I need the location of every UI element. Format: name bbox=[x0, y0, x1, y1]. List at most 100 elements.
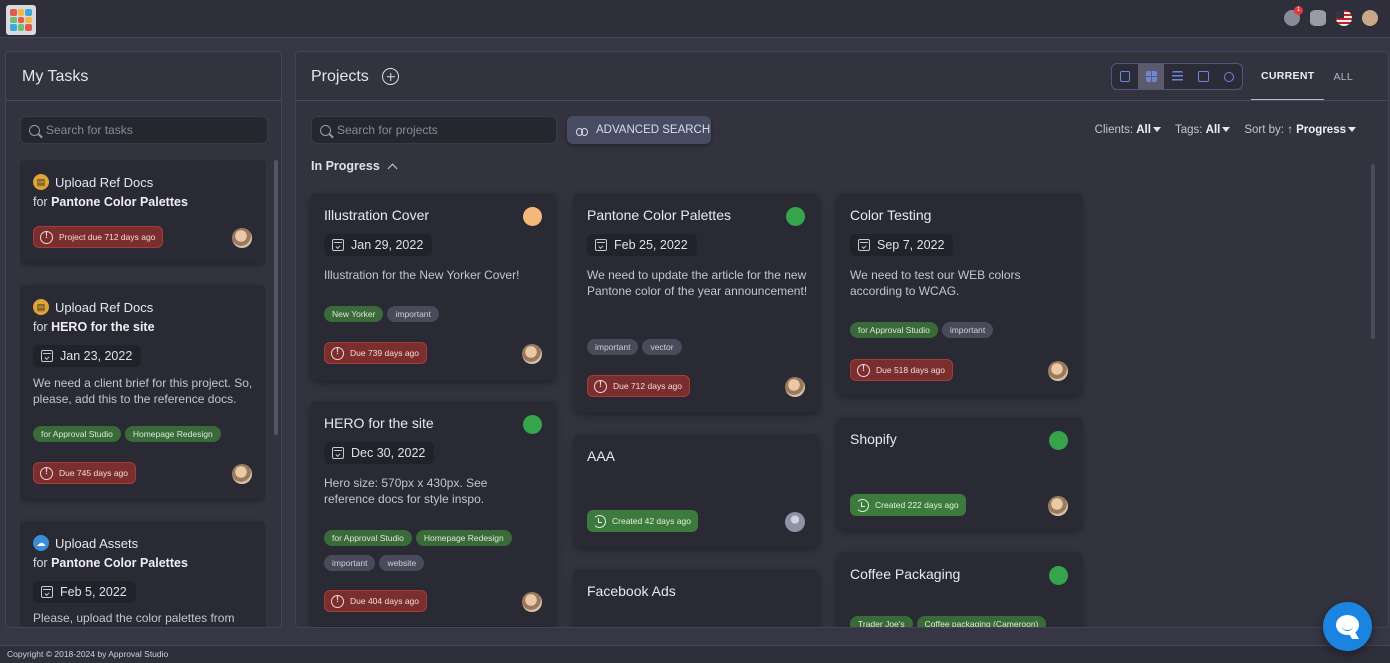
task-heading: ▤ Upload Ref Docs bbox=[33, 299, 153, 315]
upload-cloud-icon: ☁ bbox=[33, 535, 49, 551]
due-badge: Due 404 days ago bbox=[324, 590, 427, 612]
project-card[interactable]: AAA Created 42 days ago bbox=[574, 434, 819, 547]
owner-avatar[interactable] bbox=[1048, 361, 1068, 381]
view-board-button[interactable] bbox=[1190, 64, 1216, 89]
task-list-scrollbar[interactable] bbox=[274, 160, 278, 435]
owner-avatar[interactable] bbox=[785, 377, 805, 397]
tag[interactable]: for Approval Studio bbox=[850, 322, 938, 338]
project-card[interactable]: HERO for the site Dec 30, 2022 Hero size… bbox=[311, 401, 556, 626]
task-project-link[interactable]: Pantone Color Palettes bbox=[51, 556, 188, 570]
view-columns-button[interactable] bbox=[1112, 64, 1138, 89]
tags-filter[interactable]: Tags: All bbox=[1175, 124, 1231, 136]
tag[interactable]: vector bbox=[642, 339, 682, 355]
owner-avatar[interactable] bbox=[522, 344, 542, 364]
logo-tile bbox=[25, 9, 32, 16]
project-card[interactable]: Facebook Ads bbox=[574, 569, 819, 627]
due-badge: Due 739 days ago bbox=[324, 342, 427, 364]
created-label: Created 222 days ago bbox=[875, 500, 959, 510]
task-project-link[interactable]: HERO for the site bbox=[51, 320, 155, 334]
project-card[interactable]: Pantone Color Palettes Feb 25, 2022 We n… bbox=[574, 193, 819, 412]
view-tree-button[interactable] bbox=[1216, 64, 1242, 89]
calendar-icon bbox=[595, 239, 607, 251]
tab-all[interactable]: ALL bbox=[1324, 52, 1362, 101]
task-date-chip: Jan 23, 2022 bbox=[33, 345, 142, 367]
document-icon: ▤ bbox=[33, 174, 49, 190]
due-badge: Due 712 days ago bbox=[587, 375, 690, 397]
due-label: Due 404 days ago bbox=[350, 596, 419, 606]
advanced-search-button[interactable]: ADVANCED SEARCH bbox=[567, 116, 711, 144]
project-title: Facebook Ads bbox=[587, 583, 676, 599]
document-icon: ▤ bbox=[33, 299, 49, 315]
tag[interactable]: New Yorker bbox=[324, 306, 384, 322]
add-project-icon[interactable] bbox=[382, 68, 399, 85]
owner-avatar[interactable] bbox=[1048, 496, 1068, 516]
tag[interactable]: important bbox=[941, 322, 994, 338]
task-card[interactable]: ▤ Upload Ref Docs for HERO for the site … bbox=[20, 285, 265, 499]
project-search-input[interactable] bbox=[337, 123, 537, 137]
tag[interactable]: Coffee packaging (Cameroon) bbox=[916, 616, 1047, 627]
task-description: We need a client brief for this project.… bbox=[33, 376, 253, 406]
projects-scrollbar[interactable] bbox=[1371, 164, 1375, 339]
task-date: Jan 23, 2022 bbox=[60, 349, 133, 363]
task-name: Upload Assets bbox=[55, 535, 139, 551]
group-header-in-progress[interactable]: In Progress bbox=[311, 159, 398, 173]
chat-button[interactable] bbox=[1323, 602, 1372, 651]
project-card[interactable]: Color Testing Sep 7, 2022 We need to tes… bbox=[837, 193, 1082, 395]
tab-current[interactable]: CURRENT bbox=[1251, 52, 1325, 101]
owner-avatar[interactable] bbox=[522, 592, 542, 612]
tag[interactable]: important bbox=[324, 555, 376, 571]
due-label: Due 739 days ago bbox=[350, 348, 419, 358]
storage-icon[interactable] bbox=[1310, 10, 1326, 26]
task-card[interactable]: ☁ Upload Assets for Pantone Color Palett… bbox=[20, 521, 265, 627]
due-badge: Due 745 days ago bbox=[33, 462, 136, 484]
project-title: Coffee Packaging bbox=[850, 566, 961, 582]
project-search-box[interactable] bbox=[311, 116, 557, 144]
sort-direction-arrow[interactable]: ↑ bbox=[1287, 124, 1293, 136]
task-search-input[interactable] bbox=[46, 123, 246, 137]
task-date: Feb 5, 2022 bbox=[60, 585, 127, 599]
tag[interactable]: for Approval Studio bbox=[324, 530, 412, 546]
alert-icon bbox=[40, 230, 53, 244]
calendar-icon bbox=[41, 350, 53, 362]
alert-icon bbox=[857, 363, 870, 377]
notification-bell-icon[interactable]: 1 bbox=[1284, 6, 1303, 26]
project-tags: Trader Joe's Coffee packaging (Cameroon) bbox=[850, 614, 1050, 627]
tag[interactable]: for Approval Studio bbox=[33, 426, 121, 442]
project-card[interactable]: Coffee Packaging Trader Joe's Coffee pack… bbox=[837, 552, 1082, 627]
history-icon bbox=[856, 498, 869, 512]
project-title: Illustration Cover bbox=[324, 207, 430, 223]
status-indicator bbox=[1049, 566, 1068, 585]
sort-filter[interactable]: Sort by: ↑ Progress bbox=[1244, 124, 1356, 136]
view-grid-button[interactable] bbox=[1138, 64, 1164, 89]
sort-value: Progress bbox=[1296, 124, 1346, 136]
view-list-button[interactable] bbox=[1164, 64, 1190, 89]
tag[interactable]: Homepage Redesign bbox=[415, 530, 512, 546]
project-date-chip: Sep 7, 2022 bbox=[850, 234, 954, 256]
assignee-avatar[interactable] bbox=[232, 464, 252, 484]
columns-icon bbox=[1120, 71, 1130, 82]
task-search-box[interactable] bbox=[20, 116, 268, 144]
project-card[interactable]: Illustration Cover Jan 29, 2022 Illustra… bbox=[311, 193, 556, 380]
clients-filter[interactable]: Clients: All bbox=[1095, 124, 1161, 136]
user-avatar[interactable] bbox=[1362, 10, 1378, 26]
language-flag-icon[interactable] bbox=[1336, 10, 1352, 26]
app-logo[interactable] bbox=[6, 5, 36, 35]
tag[interactable]: Homepage Redesign bbox=[124, 426, 221, 442]
tag[interactable]: website bbox=[379, 555, 425, 571]
task-card[interactable]: ▤ Upload Ref Docs for Pantone Color Pale… bbox=[20, 160, 265, 263]
tag[interactable]: Trader Joe's bbox=[850, 616, 913, 627]
alert-icon bbox=[40, 466, 53, 480]
tag[interactable]: important bbox=[587, 339, 639, 355]
tag[interactable]: important bbox=[387, 306, 439, 322]
calendar-icon bbox=[858, 239, 870, 251]
project-date: Sep 7, 2022 bbox=[877, 238, 945, 252]
task-project-line: for Pantone Color Palettes bbox=[33, 195, 188, 209]
task-project-line: for HERO for the site bbox=[33, 320, 155, 334]
project-card[interactable]: Shopify Created 222 days ago bbox=[837, 417, 1082, 529]
grid-icon bbox=[1145, 71, 1157, 82]
assignee-avatar[interactable] bbox=[232, 228, 252, 248]
owner-avatar[interactable] bbox=[785, 512, 805, 532]
project-tags: for Approval Studio important bbox=[850, 320, 997, 338]
task-heading: ☁ Upload Assets bbox=[33, 535, 138, 551]
task-project-link[interactable]: Pantone Color Palettes bbox=[51, 195, 188, 209]
